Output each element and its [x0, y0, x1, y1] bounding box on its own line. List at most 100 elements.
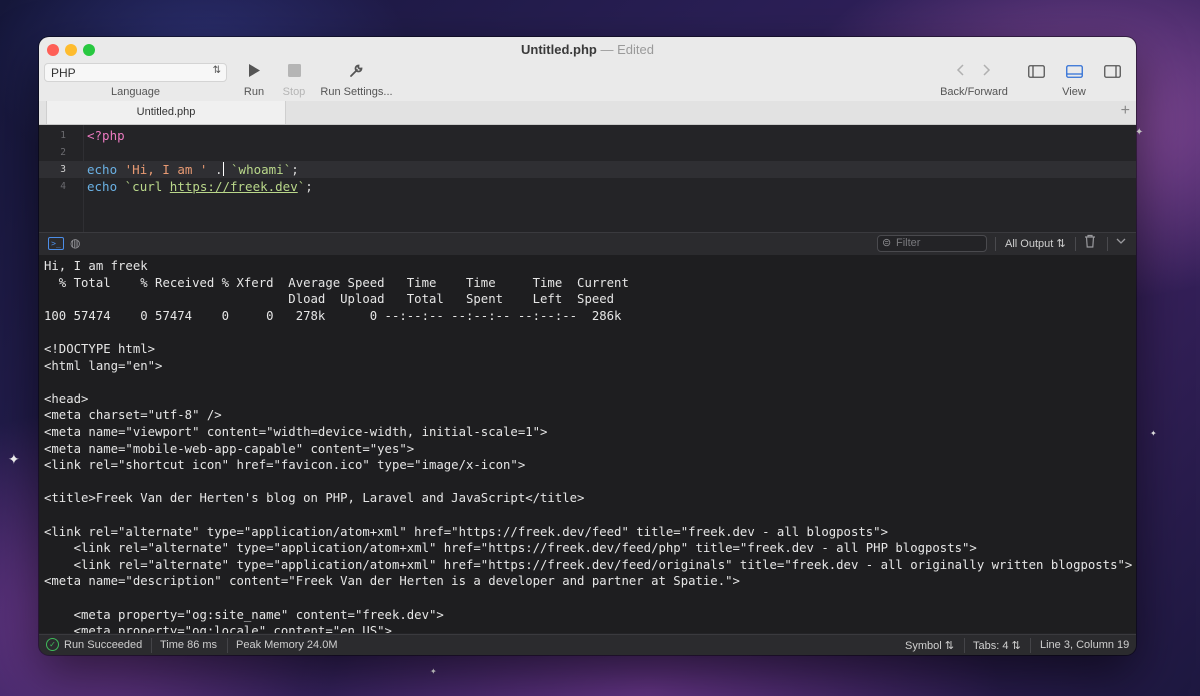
- code-token-string: 'Hi, I am ': [124, 162, 208, 177]
- view-right-sidebar-button[interactable]: [1104, 65, 1121, 82]
- view-bottom-panel-button[interactable]: [1066, 65, 1083, 82]
- star-decoration: ✦: [430, 667, 437, 676]
- output-line: 100 57474 0 57474 0 0 278k 0 --:--:-- --…: [44, 308, 622, 323]
- back-button[interactable]: [954, 63, 968, 80]
- forward-button[interactable]: [979, 63, 993, 80]
- back-forward-label: Back/Forward: [940, 86, 1008, 98]
- run-status: Run Succeeded: [64, 639, 143, 651]
- output-line: <html lang="en">: [44, 358, 163, 373]
- code-token-keyword: echo: [87, 162, 118, 177]
- divider: [964, 638, 965, 653]
- sidebar-left-icon: [1028, 65, 1045, 78]
- output-selector-value: All Output: [1005, 238, 1054, 250]
- code-line-current: 3 echo 'Hi, I am ' . `whoami`;: [39, 161, 1136, 178]
- output-selector[interactable]: All Output ⇅: [1005, 237, 1066, 250]
- tab-bar: Untitled.php +: [39, 101, 1136, 125]
- divider: [995, 237, 996, 251]
- run-button[interactable]: [244, 63, 264, 82]
- output-line: <link rel="alternate" type="application/…: [44, 557, 1133, 572]
- line-number: 1: [60, 130, 66, 141]
- output-line: <meta charset="utf-8" />: [44, 408, 222, 423]
- code-token-operator: .: [214, 162, 223, 177]
- text-caret: [222, 162, 224, 176]
- chevron-down-icon[interactable]: [1115, 235, 1127, 250]
- code-line: 4 echo `curl https://freek.dev`;: [39, 178, 1136, 195]
- window-filename: Untitled.php: [521, 42, 597, 57]
- language-value: PHP: [51, 66, 76, 80]
- up-down-chevron-icon: ⇅: [944, 640, 954, 652]
- output-line: Hi, I am freek: [44, 259, 148, 273]
- code-editor[interactable]: 1 <?php 2 3 echo 'Hi, I am ' . `whoami`;…: [39, 125, 1136, 232]
- console-output[interactable]: Hi, I am freek % Total % Received % Xfer…: [39, 255, 1136, 633]
- run-settings-button[interactable]: [346, 63, 366, 82]
- stop-icon: [287, 64, 301, 77]
- filter-placeholder: Filter: [896, 237, 921, 249]
- line-number: 4: [60, 181, 66, 192]
- checkmark-circle-icon: ✓: [46, 638, 59, 651]
- output-line: <link rel="shortcut icon" href="favicon.…: [44, 458, 526, 473]
- trash-icon[interactable]: [1084, 234, 1096, 251]
- run-time: Time 86 ms: [160, 639, 218, 651]
- divider: [227, 638, 228, 653]
- output-line: Dload Upload Total Spent Left Speed: [44, 292, 615, 307]
- code-token-backtick: `whoami`: [231, 162, 292, 177]
- output-line: % Total % Received % Xferd Average Speed…: [44, 275, 629, 290]
- chevron-left-icon: [956, 64, 964, 76]
- tabs-label: Tabs: 4: [973, 640, 1009, 652]
- code-token-keyword: echo: [87, 179, 118, 194]
- stop-button[interactable]: [284, 64, 304, 81]
- divider: [151, 638, 152, 653]
- output-line: <meta property="og:locale" content="en_U…: [44, 624, 392, 633]
- cursor-position[interactable]: Line 3, Column 19: [1040, 639, 1129, 651]
- window-title-separator: —: [600, 42, 614, 57]
- wrench-icon: [349, 64, 362, 77]
- globe-icon[interactable]: ◍: [70, 236, 80, 250]
- status-bar: ✓ Run Succeeded Time 86 ms Peak Memory 2…: [39, 634, 1136, 655]
- view-left-sidebar-button[interactable]: [1028, 65, 1045, 82]
- tabs-menu[interactable]: Tabs: 4 ⇅: [973, 639, 1021, 652]
- code-token-semicolon: ;: [305, 179, 313, 194]
- panel-bottom-icon: [1066, 65, 1083, 78]
- line-number: 2: [60, 147, 66, 158]
- run-settings-label: Run Settings...: [320, 86, 393, 98]
- app-window: Untitled.php — Edited PHP ⇅ Language Run…: [39, 37, 1136, 655]
- filter-icon: ⊜: [882, 237, 892, 249]
- output-line: <meta name="viewport" content="width=dev…: [44, 425, 548, 439]
- output-line: <!DOCTYPE html>: [44, 342, 156, 356]
- star-decoration: ✦: [8, 451, 20, 467]
- tab-untitled-php[interactable]: Untitled.php: [46, 101, 286, 124]
- plus-icon[interactable]: +: [1121, 102, 1130, 120]
- code-token-backtick: `curl: [124, 179, 170, 194]
- run-label: Run: [243, 86, 265, 98]
- code-token-url[interactable]: https://freek.dev: [170, 179, 298, 194]
- line-number: 3: [60, 164, 66, 175]
- output-line: <meta property="og:site_name" content="f…: [44, 607, 444, 622]
- window-edited-state: Edited: [617, 42, 654, 57]
- terminal-icon[interactable]: >_: [48, 237, 64, 250]
- divider: [1107, 237, 1108, 251]
- output-line: <head>: [44, 391, 89, 406]
- code-text: <?php: [87, 128, 125, 143]
- divider: [1075, 237, 1076, 251]
- filter-field[interactable]: ⊜ Filter: [877, 235, 987, 252]
- language-select[interactable]: PHP ⇅: [44, 63, 227, 82]
- up-down-chevron-icon: ⇅: [212, 65, 221, 76]
- symbol-label: Symbol: [905, 640, 942, 652]
- output-line: <meta name="mobile-web-app-capable" cont…: [44, 441, 415, 456]
- language-label: Language: [111, 86, 160, 98]
- view-label: View: [1062, 86, 1086, 98]
- sidebar-right-icon: [1104, 65, 1121, 78]
- code-text: echo 'Hi, I am ' . `whoami`;: [87, 161, 299, 178]
- symbol-menu[interactable]: Symbol ⇅: [905, 639, 954, 652]
- star-decoration: ✦: [1135, 127, 1144, 138]
- divider: [1030, 638, 1031, 653]
- up-down-chevron-icon: ⇅: [1011, 640, 1021, 652]
- toolbar: Untitled.php — Edited PHP ⇅ Language Run…: [39, 37, 1136, 102]
- window-title: Untitled.php — Edited: [39, 42, 1136, 57]
- code-token-semicolon: ;: [291, 162, 299, 177]
- output-line: <link rel="alternate" type="application/…: [44, 541, 977, 556]
- peak-memory: Peak Memory 24.0M: [236, 639, 338, 651]
- star-decoration: ✦: [1150, 429, 1157, 438]
- code-text: echo `curl https://freek.dev`;: [87, 178, 313, 195]
- code-line: 2: [39, 144, 1136, 161]
